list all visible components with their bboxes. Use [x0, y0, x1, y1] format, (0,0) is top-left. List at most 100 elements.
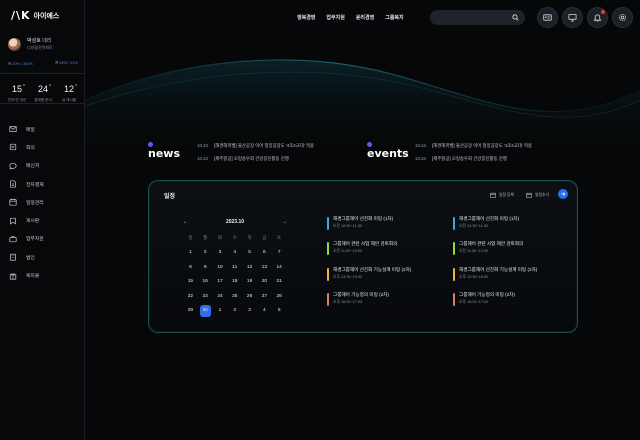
monitor-button[interactable]: [562, 7, 583, 28]
schedule-item[interactable]: 해경그룹해어 선진화 미팅 (1차) 오전 10:30~11:30: [453, 216, 537, 241]
calendar-day[interactable]: 5: [242, 246, 257, 261]
schedule-time: 오전 10:30~11:30: [333, 224, 362, 228]
settings-button[interactable]: [612, 7, 633, 28]
calendar-day[interactable]: 10: [213, 260, 228, 275]
calendar-day[interactable]: 2: [227, 304, 242, 319]
nav-item[interactable]: 윤리경영: [356, 14, 374, 21]
weekday-label: 목: [247, 235, 252, 241]
next-month-arrow-icon[interactable]: →: [282, 219, 287, 225]
news-item[interactable]: 10.24 [해경해피밸] 울산공장 이어 청양공장도 '4조2교대' 적용: [197, 143, 314, 149]
search-input[interactable]: [438, 12, 508, 23]
calendar-day[interactable]: 13: [257, 260, 272, 275]
calendar-day[interactable]: 28: [272, 289, 287, 304]
calendar-day[interactable]: 24: [213, 289, 228, 304]
calendar-day-number: 11: [232, 264, 238, 270]
sidebar-item-mail[interactable]: 메일: [0, 120, 85, 138]
schedule-color-bar: [327, 267, 329, 281]
calendar-day[interactable]: 20: [257, 275, 272, 290]
calendar-day-number: 5: [277, 308, 281, 314]
calendar-day[interactable]: 27: [257, 289, 272, 304]
schedule-item[interactable]: 해경그룹해어 선진화 기능설계 미팅 (2차) 오후 13:30~15:30: [327, 267, 411, 292]
schedule-item[interactable]: 그룹해어 기능정의 미팅 (2차) 오후 16:00~17:00: [453, 292, 537, 317]
mail-icon: [9, 126, 17, 132]
stat-value: 24: [37, 84, 48, 94]
schedule-item[interactable]: 그룹해어 관련 사업 제안 검토회의 오전 11:30~12:00: [327, 241, 411, 266]
logo-mark: /\K: [11, 9, 31, 22]
sidebar-item-corporate[interactable]: 법인: [0, 248, 85, 266]
schedule-item[interactable]: 해경그룹해어 선진화 기능설계 미팅 (2차) 오후 13:30~15:30: [453, 267, 537, 292]
calendar-day[interactable]: 8: [183, 260, 198, 275]
calendar-day[interactable]: 1: [183, 246, 198, 261]
bell-icon: [593, 14, 602, 22]
sidebar-item-meeting[interactable]: 회의: [0, 138, 85, 156]
events-item[interactable]: 10.24 [해경해피밸] 울산공장 이어 청양공장도 '4조2교대' 적용: [415, 143, 532, 149]
profile-name-line: 박성호 대리: [27, 38, 53, 45]
quota-right-value: 2005 / 11%: [59, 61, 78, 65]
prev-month-arrow-icon[interactable]: ←: [183, 219, 188, 225]
calendar-day[interactable]: 21: [272, 275, 287, 290]
calendar-day[interactable]: 17: [213, 275, 228, 290]
calendar-day[interactable]: 25: [227, 289, 242, 304]
calendar-day[interactable]: 5: [272, 304, 287, 319]
calendar-day[interactable]: 11: [227, 260, 242, 275]
stat-posts[interactable]: 12 내 게시물: [57, 79, 81, 103]
sidebar-item-label: 일정관리: [26, 200, 44, 206]
calendar-day-number: 27: [261, 293, 268, 299]
schedule-title: 그룹해어 기능정의 미팅 (2차): [333, 291, 389, 297]
logo[interactable]: /\K 아이에스: [11, 9, 59, 22]
nav-item[interactable]: 그룹복지: [385, 14, 403, 21]
sidebar-item-support[interactable]: 업무지원: [0, 230, 85, 248]
user-profile[interactable]: 박성호 대리 디지털전략파트: [8, 38, 53, 51]
notification-button[interactable]: [587, 7, 608, 28]
stat-vacation[interactable]: 15 연차/전 개인: [5, 79, 29, 103]
calendar-day[interactable]: 3: [242, 304, 257, 319]
calendar-day[interactable]: 4: [257, 304, 272, 319]
calendar-day[interactable]: 26: [242, 289, 257, 304]
nav-item[interactable]: 행복경영: [297, 14, 315, 21]
calendar-day[interactable]: 22: [183, 289, 198, 304]
calendar-day-number: 4: [233, 250, 237, 256]
news-item[interactable]: 10.24 [제주항공] 오렁송우회 건강증진활동 진행: [197, 156, 289, 162]
calendar-day[interactable]: 12: [242, 260, 257, 275]
sidebar-item-schedule[interactable]: 일정관리: [0, 193, 85, 211]
calendar-day[interactable]: 14: [272, 260, 287, 275]
calendar-day[interactable]: 7: [272, 246, 287, 261]
calendar-day[interactable]: 4: [227, 246, 242, 261]
calendar-day[interactable]: 3: [213, 246, 228, 261]
calendar-day[interactable]: 2: [198, 246, 213, 261]
calendar-day[interactable]: 15: [183, 275, 198, 290]
search-icon[interactable]: [512, 14, 519, 21]
schedule-item[interactable]: 그룹해어 기능정의 미팅 (2차) 오후 16:00~17:00: [327, 292, 411, 317]
schedule-color-bar: [453, 217, 455, 230]
calendar-day[interactable]: 6: [257, 246, 272, 261]
schedule-item[interactable]: 해경그룹해어 선진화 미팅 (1차) 오전 10:30~11:30: [327, 216, 411, 241]
calendar-day[interactable]: 29: [183, 304, 198, 319]
calendar-icon: [490, 192, 496, 198]
calendar-day-number: 22: [187, 293, 194, 299]
arrow-right-button[interactable]: [558, 189, 568, 199]
schedule-view-button[interactable]: 일정추가: [526, 192, 549, 198]
calendar-day[interactable]: 19: [242, 275, 257, 290]
sidebar-item-approval[interactable]: 전자결재: [0, 175, 85, 193]
arrow-right-icon: [561, 192, 566, 196]
calendar-day[interactable]: 23: [198, 289, 213, 304]
calendar-day[interactable]: 9: [198, 260, 213, 275]
sidebar-item-messenger[interactable]: 메신저: [0, 157, 85, 175]
sidebar-item-board[interactable]: 게시판: [0, 211, 85, 229]
calendar-day[interactable]: 16: [198, 275, 213, 290]
sidebar-item-welfare[interactable]: 복지몰: [0, 266, 85, 284]
events-item[interactable]: 10.24 [제주항공] 오렁송우회 건강증진활동 진행: [415, 156, 507, 162]
calendar-header: ← 2023.10 →: [183, 217, 287, 227]
news-text: [해경해피밸] 울산공장 이어 청양공장도 '4조2교대' 적용: [214, 143, 314, 148]
gear-icon: [618, 13, 627, 22]
id-card-button[interactable]: [537, 7, 558, 28]
calendar-day[interactable]: 1: [213, 304, 228, 319]
schedule-add-button[interactable]: 일정 등록: [490, 192, 514, 198]
search-box[interactable]: [430, 10, 525, 25]
calendar-day[interactable]: 18: [227, 275, 242, 290]
calendar-day[interactable]: 30: [198, 304, 213, 319]
nav-item[interactable]: 업무지원: [326, 14, 344, 21]
stat-approval[interactable]: 24 결재함 문서: [31, 79, 55, 103]
schedule-item[interactable]: 그룹해어 관련 사업 제안 검토회의 오전 11:30~12:00: [453, 241, 537, 266]
calendar-month: 2023.10: [225, 219, 245, 225]
